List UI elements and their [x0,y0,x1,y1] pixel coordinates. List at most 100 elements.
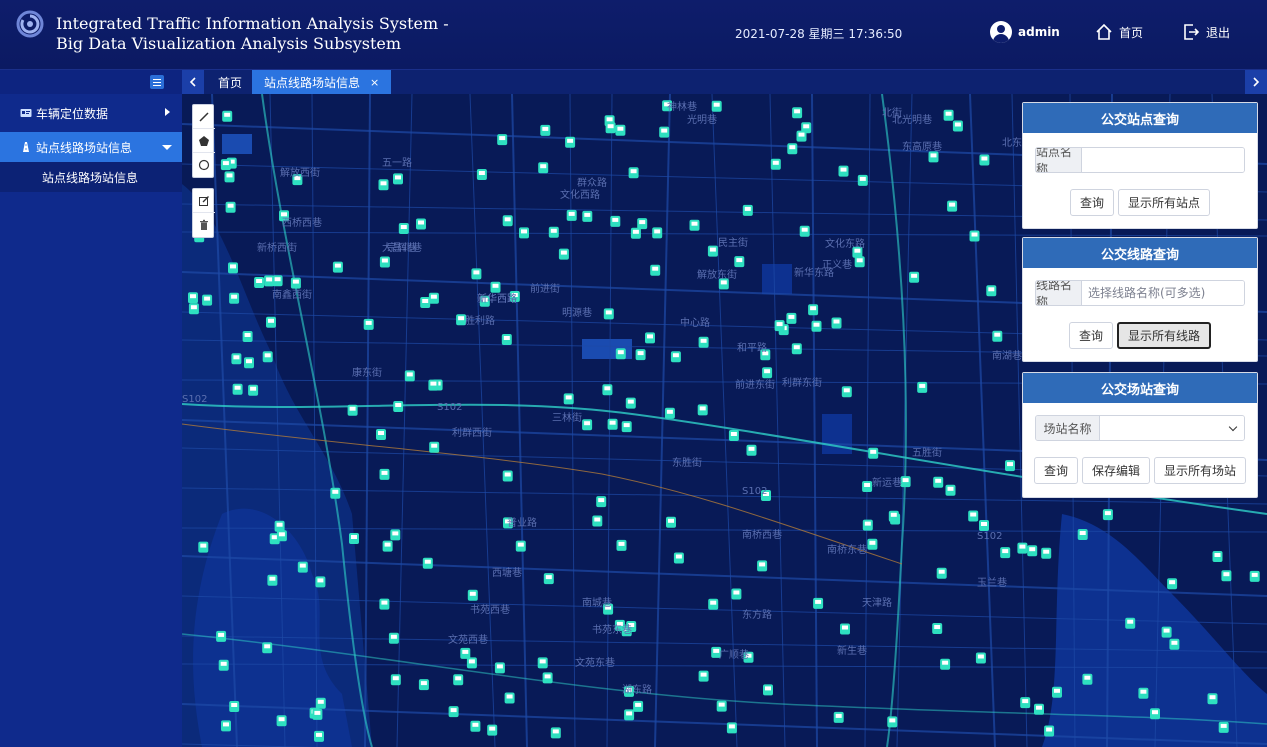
bus-stop-marker[interactable] [262,351,273,363]
bus-stop-marker[interactable] [664,407,675,419]
show-all-stops-button[interactable]: 显示所有站点 [1118,189,1211,216]
bus-stop-marker[interactable] [868,447,879,459]
bus-stop-marker[interactable] [376,429,386,440]
bus-stop-marker[interactable] [267,574,278,586]
bus-stop-marker[interactable] [841,386,852,398]
bus-stop-marker[interactable] [786,312,797,324]
bus-stop-marker[interactable] [811,320,822,332]
bus-stop-marker[interactable] [799,225,810,237]
bus-stop-marker[interactable] [393,173,403,185]
bus-stop-marker[interactable] [726,722,737,734]
bus-stop-marker[interactable] [831,317,842,329]
bus-stop-marker[interactable] [497,134,508,146]
bus-stop-marker[interactable] [862,481,873,492]
bus-stop-marker[interactable] [787,143,798,155]
bus-stop-marker[interactable] [615,124,626,136]
bus-stop-marker[interactable] [1044,725,1055,737]
bus-stop-marker[interactable] [1041,547,1052,559]
bus-stop-marker[interactable] [382,540,393,552]
bus-stop-marker[interactable] [225,201,236,213]
bus-stop-marker[interactable] [566,209,577,221]
bus-stop-marker[interactable] [947,200,958,212]
bus-stop-marker[interactable] [266,316,276,328]
bus-stop-marker[interactable] [470,720,481,732]
bus-stop-marker[interactable] [659,126,670,138]
bus-stop-marker[interactable] [607,418,618,430]
bus-stop-marker[interactable] [198,541,209,553]
delete-button[interactable] [193,213,215,237]
bus-stop-marker[interactable] [708,598,719,610]
bus-stop-marker[interactable] [1005,460,1015,472]
bus-stop-marker[interactable] [969,230,980,242]
bus-stop-marker[interactable] [244,357,254,369]
bus-stop-marker[interactable] [476,169,487,180]
bus-stop-marker[interactable] [1212,551,1223,562]
bus-stop-marker[interactable] [242,331,253,342]
bus-stop-marker[interactable] [670,351,681,363]
bus-stop-marker[interactable] [428,292,439,304]
tab-scroll-right-button[interactable] [1245,70,1267,94]
bus-stop-marker[interactable] [698,670,709,682]
bus-stop-marker[interactable] [857,174,868,186]
bus-stop-marker[interactable] [429,441,440,453]
bus-stop-marker[interactable] [515,540,526,552]
bus-stop-marker[interactable] [673,552,684,564]
bus-stop-marker[interactable] [986,285,997,297]
bus-stop-marker[interactable] [650,264,661,276]
bus-stop-marker[interactable] [558,248,569,260]
bus-stop-marker[interactable] [610,215,621,227]
bus-stop-marker[interactable] [1082,673,1093,685]
bus-stop-marker[interactable] [537,657,548,669]
bus-stop-marker[interactable] [390,674,401,686]
bus-stop-marker[interactable] [887,716,898,728]
bus-stop-marker[interactable] [428,379,439,391]
tab-scroll-left-button[interactable] [182,70,204,94]
bus-stop-marker[interactable] [332,261,343,273]
bus-stop-marker[interactable] [312,708,323,720]
bus-stop-marker[interactable] [404,370,415,382]
bus-stop-marker[interactable] [231,353,242,365]
bus-stop-marker[interactable] [1167,578,1178,590]
bus-stop-marker[interactable] [940,658,951,670]
bus-stop-marker[interactable] [379,468,390,480]
bus-stop-marker[interactable] [202,294,213,306]
bus-stop-marker[interactable] [992,330,1003,342]
bus-stop-marker[interactable] [792,107,803,119]
bus-stop-marker[interactable] [900,476,911,488]
bus-stop-marker[interactable] [1169,638,1180,650]
bus-stop-marker[interactable] [504,692,515,704]
bus-stop-marker[interactable] [502,470,513,482]
bus-stop-marker[interactable] [763,684,773,696]
bus-stop-marker[interactable] [448,706,459,718]
bus-stop-marker[interactable] [582,210,593,222]
sidebar-item-vehicle-location[interactable]: 车辆定位数据 [0,98,182,128]
stop-name-input[interactable] [1082,148,1244,172]
bus-stop-marker[interactable] [697,404,708,416]
bus-stop-marker[interactable] [592,515,603,527]
bus-stop-marker[interactable] [1020,697,1031,709]
bus-stop-marker[interactable] [314,730,324,742]
logout-link[interactable]: 退出 [1182,20,1230,44]
bus-stop-marker[interactable] [1000,547,1011,559]
bus-stop-marker[interactable] [471,268,482,280]
bus-stop-marker[interactable] [933,476,944,488]
bus-stop-marker[interactable] [315,697,326,709]
depot-query-button[interactable]: 查询 [1033,457,1078,484]
bus-stop-marker[interactable] [422,557,433,569]
bus-stop-marker[interactable] [1034,703,1044,715]
bus-stop-marker[interactable] [888,510,899,522]
bus-stop-marker[interactable] [565,136,576,148]
bus-stop-marker[interactable] [1027,545,1038,557]
bus-stop-marker[interactable] [952,120,963,132]
bus-stop-marker[interactable] [909,271,920,283]
bus-stop-marker[interactable] [628,167,639,179]
bus-stop-marker[interactable] [968,510,979,522]
bus-stop-marker[interactable] [605,122,616,134]
tab-stop-line-depot[interactable]: 站点线路场站信息 × [252,70,392,94]
bus-stop-marker[interactable] [538,162,549,174]
bus-stop-marker[interactable] [390,529,401,541]
bus-stop-marker[interactable] [943,109,954,121]
close-icon[interactable]: × [370,76,379,89]
bus-stop-marker[interactable] [615,348,626,360]
bus-stop-marker[interactable] [1218,721,1229,733]
